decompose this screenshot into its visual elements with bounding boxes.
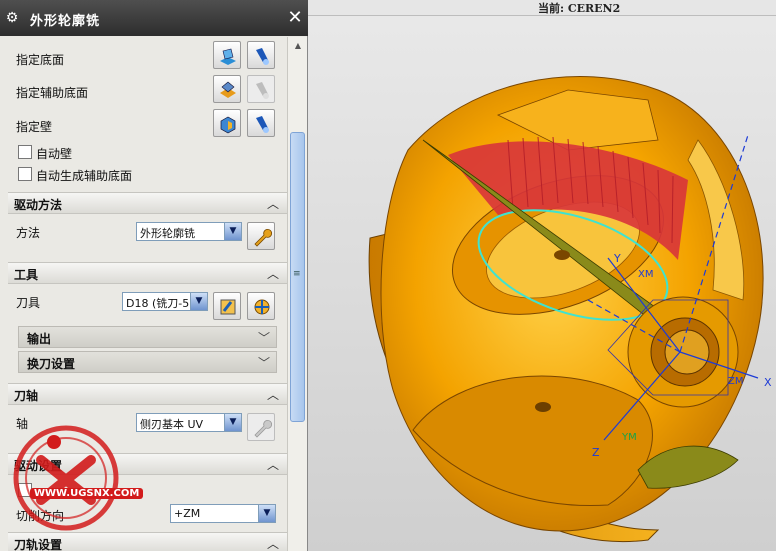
flashlight-icon	[256, 82, 269, 99]
gear-icon[interactable]: ⚙	[4, 10, 20, 26]
wrench-icon	[254, 228, 273, 247]
group-tool-change[interactable]: 换刀设置 ﹀	[18, 351, 277, 373]
section-tool[interactable]: 工具 ︿	[8, 262, 287, 284]
chevron-up-icon: ︿	[266, 267, 279, 281]
method-label: 方法	[16, 226, 41, 240]
show-aux-floor-button[interactable]	[247, 75, 275, 103]
group-output[interactable]: 输出 ﹀	[18, 326, 277, 348]
select-wall-button[interactable]	[213, 109, 241, 137]
axis-label-x: X	[764, 376, 772, 389]
chevron-up-icon: ︿	[266, 537, 279, 551]
chevron-down-icon: ﹀	[257, 331, 270, 345]
scroll-thumb[interactable]: ≡	[290, 132, 305, 422]
current-part-status: 当前: CEREN2	[538, 2, 621, 15]
graphics-viewport[interactable]: X Y Z XM YM ZM 当前: CEREN2	[308, 0, 776, 551]
floor-icon	[220, 48, 236, 65]
method-select[interactable]: 外形轮廓铣 ▼	[136, 222, 242, 241]
edit-tool-button[interactable]	[213, 292, 241, 320]
chevron-up-icon: ︿	[266, 197, 279, 211]
scroll-up-icon[interactable]: ▲	[290, 41, 306, 55]
select-floor-button[interactable]	[213, 41, 241, 69]
chevron-up-icon: ︿	[266, 458, 279, 472]
cut-axis-value: +ZM	[174, 507, 201, 520]
axis-select[interactable]: 侧刃基本 UV ▼	[136, 413, 242, 432]
axis-label-xm: XM	[638, 269, 653, 280]
group-title: 换刀设置	[27, 357, 76, 371]
flashlight-icon	[256, 48, 269, 65]
chevron-up-icon: ︿	[266, 388, 279, 402]
axis-label-z: Z	[592, 446, 600, 459]
edit-axis-button[interactable]	[247, 413, 275, 441]
section-drive-method[interactable]: 驱动方法 ︿	[8, 192, 287, 214]
edit-method-button[interactable]	[247, 222, 275, 250]
section-tool-axis[interactable]: 刀轴 ︿	[8, 383, 287, 405]
section-title: 工具	[14, 268, 39, 282]
axis-label-ym: YM	[621, 432, 637, 443]
auto-aux-floor-checkbox[interactable]	[18, 167, 32, 181]
tool-select[interactable]: D18 (铣刀-5 ▼	[122, 292, 208, 311]
auto-wall-checkbox[interactable]	[18, 145, 32, 159]
cut-axis-select[interactable]: +ZM ▼	[170, 504, 276, 523]
part-model[interactable]: X Y Z XM YM ZM	[308, 0, 776, 551]
axis-value: 侧刃基本 UV	[140, 418, 204, 431]
specify-floor-label: 指定底面	[16, 53, 65, 67]
status-strip: 当前: CEREN2	[308, 0, 776, 16]
dropdown-arrow-icon[interactable]: ▼	[224, 223, 241, 240]
show-wall-button[interactable]	[247, 109, 275, 137]
dialog-scrollbar[interactable]: ▲ ≡	[287, 37, 307, 551]
auto-aux-floor-label: 自动生成辅助底面	[36, 169, 133, 183]
dropdown-arrow-icon[interactable]: ▼	[190, 293, 207, 310]
close-icon[interactable]: ✕	[284, 9, 306, 27]
tool-value: D18 (铣刀-5	[126, 297, 190, 310]
auto-wall-label: 自动壁	[36, 147, 73, 161]
wall-icon	[220, 116, 236, 134]
watermark-text: WWW.UGSNX.COM	[30, 488, 144, 499]
aux-floor-icon	[220, 81, 236, 98]
specify-wall-label: 指定壁	[16, 120, 53, 134]
method-value: 外形轮廓铣	[140, 227, 195, 240]
select-aux-floor-button[interactable]	[213, 75, 241, 103]
dropdown-arrow-icon[interactable]: ▼	[258, 505, 275, 522]
dialog-title: 外形轮廓铣	[30, 14, 101, 29]
wrench-icon	[254, 419, 273, 438]
section-title: 刀轴	[14, 389, 39, 403]
new-tool-button[interactable]	[247, 292, 275, 320]
tool-new-icon	[254, 299, 270, 315]
axis-label-y: Y	[613, 252, 621, 265]
specify-aux-floor-label: 指定辅助底面	[16, 86, 89, 100]
dropdown-arrow-icon[interactable]: ▼	[224, 414, 241, 431]
axis-label-zm: ZM	[728, 376, 743, 387]
flashlight-icon	[256, 116, 269, 133]
section-title: 驱动方法	[14, 198, 63, 212]
group-title: 输出	[27, 332, 52, 346]
tool-label: 刀具	[16, 296, 41, 310]
tool-edit-icon	[220, 299, 236, 315]
show-floor-button[interactable]	[247, 41, 275, 69]
chevron-down-icon: ﹀	[257, 356, 270, 370]
dialog-titlebar: ⚙ 外形轮廓铣 ✕	[0, 0, 308, 36]
grip-icon: ≡	[293, 269, 301, 279]
watermark-logo	[13, 425, 119, 531]
